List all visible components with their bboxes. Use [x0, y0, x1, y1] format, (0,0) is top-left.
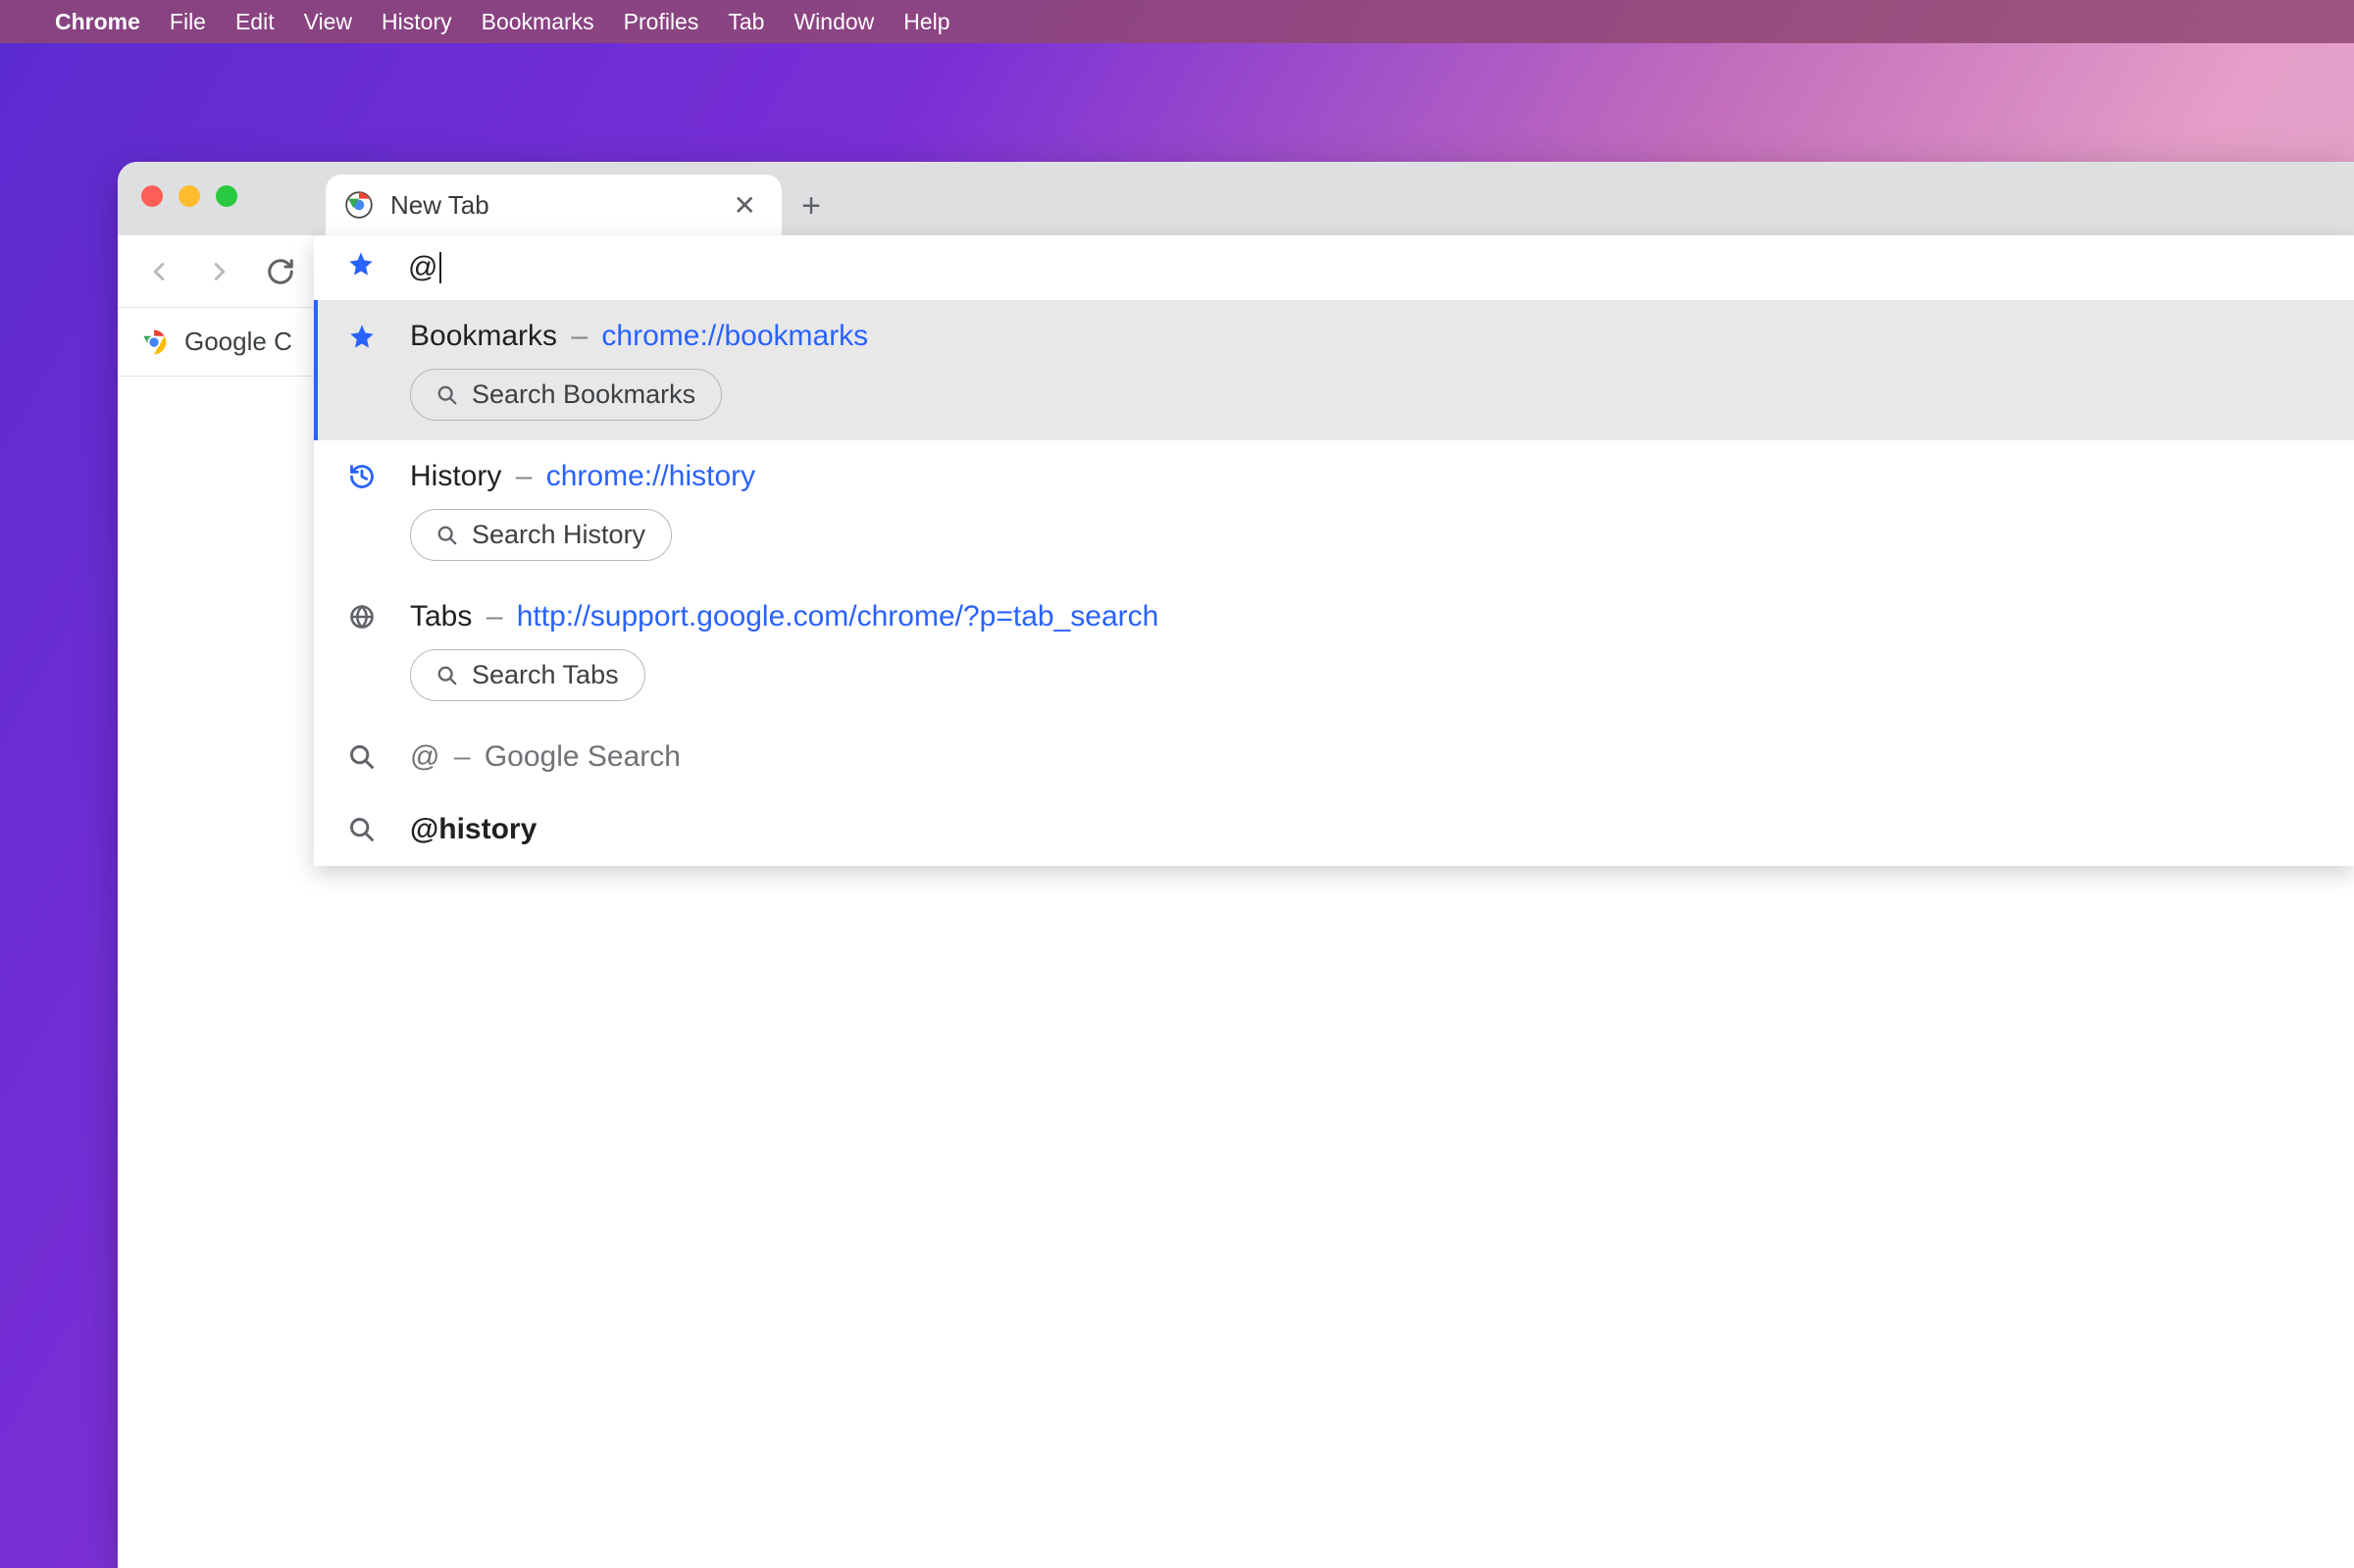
- window-close-icon[interactable]: [141, 185, 163, 207]
- bookmark-bar-item[interactable]: Google C: [184, 327, 292, 357]
- omnibox-suggestion-history[interactable]: History – chrome://history Search Histor…: [314, 440, 2354, 581]
- omnibox-suggestion-at-history[interactable]: @history: [314, 793, 2354, 866]
- omnibox-suggestion-bookmarks[interactable]: Bookmarks – chrome://bookmarks Search Bo…: [314, 300, 2354, 440]
- text-cursor: [439, 252, 441, 283]
- omnibox-text: @: [408, 251, 437, 284]
- suggestion-url: chrome://history: [546, 460, 755, 492]
- macos-menubar: Chrome File Edit View History Bookmarks …: [0, 0, 2354, 43]
- dash: –: [510, 460, 538, 492]
- back-button[interactable]: [139, 252, 179, 291]
- menubar-item-help[interactable]: Help: [903, 9, 949, 35]
- chrome-logo-icon: [139, 328, 169, 357]
- omnibox-suggestion-google-search[interactable]: @ – Google Search: [314, 721, 2354, 793]
- star-icon: [347, 323, 377, 350]
- window-zoom-icon[interactable]: [216, 185, 237, 207]
- star-icon: [347, 250, 375, 285]
- tabstrip: New Tab ✕ +: [118, 162, 2354, 235]
- history-icon: [347, 463, 377, 490]
- search-bookmarks-chip[interactable]: Search Bookmarks: [410, 369, 722, 421]
- traffic-lights: [141, 185, 237, 207]
- new-tab-button[interactable]: +: [782, 177, 841, 235]
- chip-label: Search Bookmarks: [472, 379, 695, 410]
- reload-button[interactable]: [261, 252, 300, 291]
- search-icon: [347, 743, 377, 771]
- suggestion-title: Bookmarks: [410, 320, 557, 352]
- dash: –: [448, 740, 477, 773]
- forward-button[interactable]: [200, 252, 239, 291]
- omnibox-panel: @ Bookmarks – chrome://bookmarks Search …: [314, 235, 2354, 866]
- menubar-item-view[interactable]: View: [304, 9, 352, 35]
- omnibox-suggestion-tabs[interactable]: Tabs – http://support.google.com/chrome/…: [314, 581, 2354, 721]
- tab-close-icon[interactable]: ✕: [734, 189, 756, 222]
- chrome-logo-icon: [345, 191, 373, 219]
- suggestion-desc: Google Search: [485, 740, 681, 773]
- menubar-item-edit[interactable]: Edit: [235, 9, 275, 35]
- browser-tab[interactable]: New Tab ✕: [326, 175, 782, 235]
- menubar-item-history[interactable]: History: [382, 9, 452, 35]
- menubar-item-bookmarks[interactable]: Bookmarks: [482, 9, 594, 35]
- globe-icon: [347, 603, 377, 631]
- suggestion-title: @: [410, 740, 439, 773]
- menubar-item-file[interactable]: File: [170, 9, 206, 35]
- suggestion-title: @history: [410, 813, 537, 845]
- search-icon: [347, 816, 377, 843]
- chip-label: Search History: [472, 520, 645, 550]
- menubar-item-profiles[interactable]: Profiles: [624, 9, 699, 35]
- dash: –: [565, 320, 593, 352]
- menubar-item-window[interactable]: Window: [793, 9, 874, 35]
- menubar-item-tab[interactable]: Tab: [728, 9, 764, 35]
- window-minimize-icon[interactable]: [179, 185, 200, 207]
- suggestion-title: Tabs: [410, 600, 472, 632]
- chrome-window: New Tab ✕ + Google C @: [118, 162, 2354, 1568]
- tab-title: New Tab: [390, 190, 716, 221]
- suggestion-url: chrome://bookmarks: [601, 320, 868, 352]
- menubar-app-name[interactable]: Chrome: [55, 9, 140, 35]
- dash: –: [481, 600, 509, 632]
- search-history-chip[interactable]: Search History: [410, 509, 672, 561]
- omnibox-input[interactable]: @: [314, 235, 2354, 300]
- suggestion-url: http://support.google.com/chrome/?p=tab_…: [517, 600, 1159, 632]
- suggestion-title: History: [410, 460, 501, 492]
- chip-label: Search Tabs: [472, 660, 619, 690]
- search-tabs-chip[interactable]: Search Tabs: [410, 649, 645, 701]
